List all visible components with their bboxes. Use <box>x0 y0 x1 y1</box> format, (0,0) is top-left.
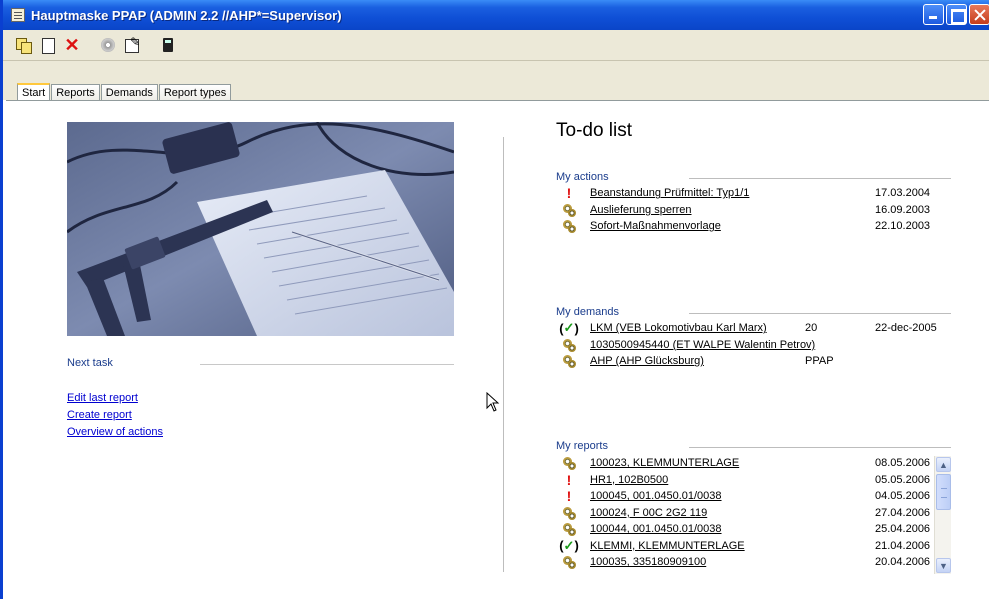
gears-icon <box>562 456 576 471</box>
action-date: 22.10.2003 <box>875 220 931 233</box>
demand-link[interactable]: AHP (AHP Glücksburg) <box>590 355 704 367</box>
copy-icon[interactable] <box>15 36 33 54</box>
report-link[interactable]: 100035, 335180909100 <box>590 556 706 568</box>
reports-scrollbar[interactable]: ▲ ▼ <box>934 456 951 574</box>
toolbar: ✕ <box>3 30 989 60</box>
my-actions-list: Beanstandung Prüfmittel: Typ1/1 17.03.20… <box>562 185 930 235</box>
separator <box>689 447 951 448</box>
report-date: 21.04.2006 <box>875 539 931 552</box>
demand-value: PPAP <box>805 355 834 368</box>
my-demands-heading: My demands <box>556 306 619 318</box>
exclamation-icon <box>562 473 576 487</box>
edit-last-report-link[interactable]: Edit last report <box>67 390 163 407</box>
list-item[interactable]: (✓) LKM (VEB Lokomotivbau Karl Marx) 20 … <box>559 320 937 337</box>
create-report-link[interactable]: Create report <box>67 407 163 424</box>
report-link[interactable]: HR1, 102B0500 <box>590 474 668 486</box>
gears-icon <box>562 338 576 352</box>
gears-icon <box>562 555 576 570</box>
gears-icon <box>562 354 576 369</box>
check-icon: (✓) <box>559 537 579 554</box>
todo-list-title: To-do list <box>556 120 633 141</box>
scroll-thumb[interactable] <box>936 474 951 510</box>
tab-strip: Start Reports Demands Report types <box>3 60 989 103</box>
my-demands-list: (✓) LKM (VEB Lokomotivbau Karl Marx) 20 … <box>559 320 937 370</box>
my-actions-heading: My actions <box>556 171 609 183</box>
separator <box>689 313 951 314</box>
report-link[interactable]: KLEMMI, KLEMMUNTERLAGE <box>590 540 745 552</box>
edit-icon[interactable] <box>123 36 141 54</box>
list-item[interactable]: 100023, KLEMMUNTERLAGE 08.05.2006 <box>562 455 930 472</box>
report-date: 05.05.2006 <box>875 473 931 486</box>
main-window: Hauptmaske PPAP (ADMIN 2.2 //AHP*=Superv… <box>0 0 989 599</box>
list-item[interactable]: AHP (AHP Glücksburg) PPAP <box>562 353 834 370</box>
report-link[interactable]: 100023, KLEMMUNTERLAGE <box>590 457 739 469</box>
list-item[interactable]: 100045, 001.0450.01/0038 04.05.2006 <box>562 488 930 505</box>
list-item[interactable]: (✓) KLEMMI, KLEMMUNTERLAGE 21.04.2006 <box>559 537 930 555</box>
report-link[interactable]: 100024, F 00C 2G2 119 <box>590 507 707 519</box>
minimize-button[interactable] <box>923 4 944 25</box>
list-item[interactable]: 100024, F 00C 2G2 119 27.04.2006 <box>562 505 930 522</box>
exclamation-icon <box>562 186 576 200</box>
gears-icon <box>562 203 576 217</box>
next-task-heading: Next task <box>67 357 113 369</box>
list-item[interactable]: 100035, 335180909100 20.04.2006 <box>562 554 930 571</box>
action-date: 16.09.2003 <box>875 203 931 216</box>
report-date: 08.05.2006 <box>875 457 931 470</box>
start-panel: Next task Edit last report Create report… <box>6 100 989 599</box>
list-item[interactable]: HR1, 102B0500 05.05.2006 <box>562 472 930 489</box>
report-date: 25.04.2006 <box>875 523 931 536</box>
gears-icon <box>562 219 576 234</box>
list-item[interactable]: Beanstandung Prüfmittel: Typ1/1 17.03.20… <box>562 185 930 202</box>
list-item[interactable]: Sofort-Maßnahmenvorlage 22.10.2003 <box>562 218 930 235</box>
gears-icon <box>562 506 576 520</box>
report-date: 04.05.2006 <box>875 490 931 503</box>
separator <box>689 178 951 179</box>
window-title: Hauptmaske PPAP (ADMIN 2.2 //AHP*=Superv… <box>31 7 342 23</box>
demand-link[interactable]: 1030500945440 (ET WALPE Walentin Petrov) <box>590 339 815 351</box>
title-bar[interactable]: Hauptmaske PPAP (ADMIN 2.2 //AHP*=Superv… <box>3 0 989 30</box>
new-document-icon[interactable] <box>39 36 57 54</box>
report-link[interactable]: 100045, 001.0450.01/0038 <box>590 490 722 502</box>
demand-link[interactable]: LKM (VEB Lokomotivbau Karl Marx) <box>590 322 767 334</box>
my-reports-heading: My reports <box>556 440 608 452</box>
report-date: 20.04.2006 <box>875 556 931 569</box>
overview-of-actions-link[interactable]: Overview of actions <box>67 424 163 441</box>
caliper-photo <box>67 122 454 336</box>
report-link[interactable]: 100044, 001.0450.01/0038 <box>590 523 722 535</box>
maximize-button[interactable] <box>946 4 967 25</box>
scroll-up-button[interactable]: ▲ <box>936 457 951 472</box>
action-date: 17.03.2004 <box>875 187 931 200</box>
close-button[interactable] <box>969 4 989 25</box>
scroll-down-button[interactable]: ▼ <box>936 558 951 573</box>
action-link[interactable]: Beanstandung Prüfmittel: Typ1/1 <box>590 187 749 199</box>
action-link[interactable]: Sofort-Maßnahmenvorlage <box>590 220 721 232</box>
mouse-cursor-icon <box>486 392 500 412</box>
list-item[interactable]: Auslieferung sperren 16.09.2003 <box>562 202 930 219</box>
report-date: 27.04.2006 <box>875 506 931 519</box>
window-controls <box>923 4 989 25</box>
delete-icon[interactable]: ✕ <box>63 36 81 54</box>
action-link[interactable]: Auslieferung sperren <box>590 204 692 216</box>
calculator-icon[interactable] <box>159 36 177 54</box>
demand-date: 22-dec-2005 <box>875 322 937 335</box>
disk-icon[interactable] <box>99 36 117 54</box>
gears-icon <box>562 522 576 537</box>
list-item[interactable]: 100044, 001.0450.01/0038 25.04.2006 <box>562 521 930 538</box>
vertical-divider <box>503 137 504 572</box>
app-icon <box>11 8 25 22</box>
exclamation-icon <box>562 489 576 503</box>
separator <box>200 364 454 365</box>
check-icon: (✓) <box>559 320 579 336</box>
my-reports-list: 100023, KLEMMUNTERLAGE 08.05.2006 HR1, 1… <box>559 455 930 571</box>
quick-links: Edit last report Create report Overview … <box>67 390 163 441</box>
demand-value: 20 <box>805 322 818 335</box>
list-item[interactable]: 1030500945440 (ET WALPE Walentin Petrov) <box>562 337 815 354</box>
